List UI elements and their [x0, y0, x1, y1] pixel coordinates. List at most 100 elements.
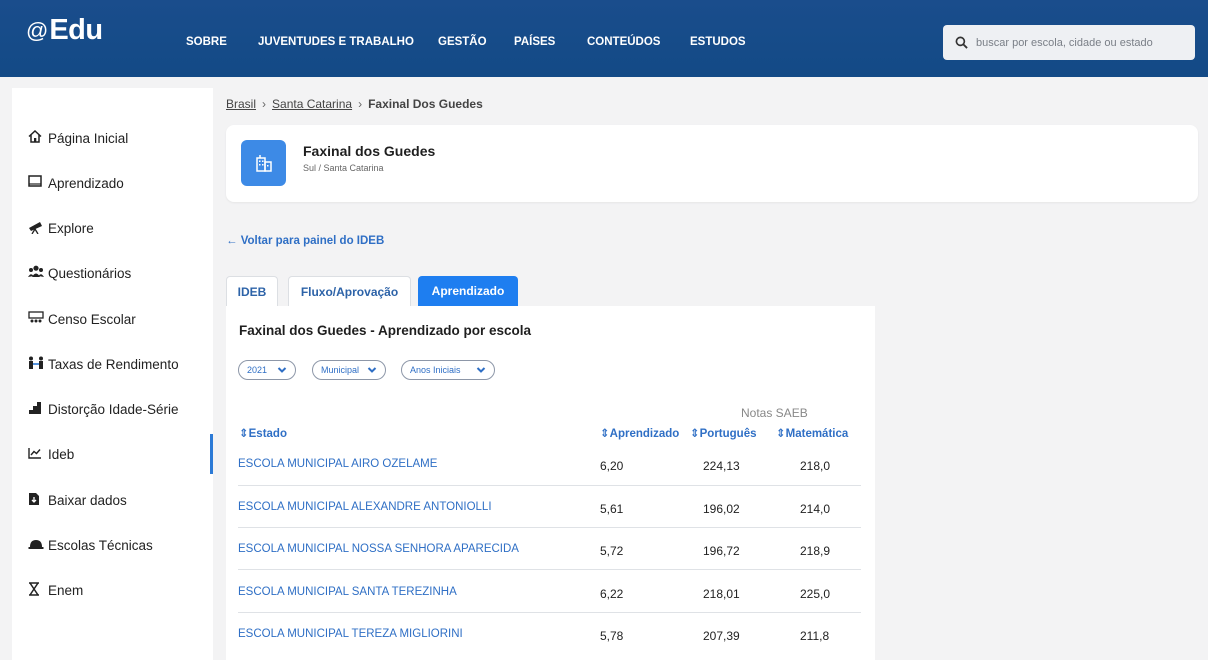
table-row: ESCOLA MUNICIPAL ALEXANDRE ANTONIOLLI 5,…	[238, 486, 861, 528]
sidebar-item-label: Censo Escolar	[48, 311, 136, 327]
people-exchange-icon	[28, 356, 46, 373]
sidebar: Página Inicial Aprendizado Explore Quest…	[12, 88, 213, 660]
sidebar-item-pagina-inicial[interactable]: Página Inicial	[12, 118, 213, 158]
logo-text: Edu	[49, 14, 103, 46]
school-link[interactable]: ESCOLA MUNICIPAL SANTA TEREZINHA	[238, 586, 457, 598]
nav-link-estudos[interactable]: ESTUDOS	[690, 36, 746, 48]
matematica-value: 214,0	[800, 502, 831, 516]
sidebar-item-distorcao-idade-serie[interactable]: Distorção Idade-Série	[12, 389, 213, 429]
table-row: ESCOLA MUNICIPAL SANTA TEREZINHA 6,22 21…	[238, 571, 861, 613]
breadcrumb-link-brasil[interactable]: Brasil	[226, 97, 256, 111]
building-icon	[241, 140, 286, 186]
sidebar-item-escolas-tecnicas[interactable]: Escolas Técnicas	[12, 525, 213, 565]
site-logo[interactable]: @ Edu	[26, 14, 103, 47]
table-row: ESCOLA MUNICIPAL AIRO OZELAME 6,20 224,1…	[238, 444, 861, 486]
aprendizado-value: 6,22	[600, 587, 624, 601]
chevron-down-icon	[476, 367, 486, 373]
sidebar-item-label: Página Inicial	[48, 130, 129, 146]
search-icon	[955, 36, 968, 49]
aprendizado-value: 5,72	[600, 544, 624, 558]
logo-symbol: @	[26, 17, 49, 43]
year-select-value: 2021	[247, 365, 268, 375]
stage-select-value: Anos Iniciais	[410, 365, 461, 375]
matematica-value: 225,0	[800, 587, 831, 601]
network-select[interactable]: Municipal	[312, 360, 386, 380]
sidebar-item-enem[interactable]: Enem	[12, 570, 213, 610]
sidebar-item-label: Baixar dados	[48, 492, 127, 508]
nav-link-conteudos[interactable]: CONTEÚDOS	[587, 36, 660, 48]
nav-link-gestao[interactable]: GESTÃO	[438, 36, 487, 48]
sidebar-item-label: Questionários	[48, 265, 132, 281]
city-name: Faxinal dos Guedes	[303, 143, 436, 159]
home-icon	[28, 129, 46, 146]
breadcrumb-separator: ›	[358, 97, 363, 111]
table-row: ESCOLA MUNICIPAL NOSSA SENHORA APARECIDA…	[238, 528, 861, 570]
aprendizado-panel: Faxinal dos Guedes - Aprendizado por esc…	[226, 306, 875, 660]
telescope-icon	[28, 220, 46, 237]
aprendizado-value: 6,20	[600, 459, 624, 473]
tab-ideb[interactable]: IDEB	[226, 276, 278, 306]
aprendizado-value: 5,61	[600, 502, 624, 516]
school-link[interactable]: ESCOLA MUNICIPAL ALEXANDRE ANTONIOLLI	[238, 501, 492, 513]
sidebar-item-label: Distorção Idade-Série	[48, 401, 179, 417]
column-header-estado[interactable]: ⇕Estado	[239, 426, 287, 440]
book-icon	[28, 175, 46, 191]
stage-select[interactable]: Anos Iniciais	[401, 360, 495, 380]
sidebar-item-label: Enem	[48, 582, 84, 598]
breadcrumb-current: Faxinal Dos Guedes	[368, 97, 483, 111]
aprendizado-value: 5,78	[600, 629, 624, 643]
sidebar-item-censo-escolar[interactable]: Censo Escolar	[12, 299, 213, 339]
matematica-value: 211,8	[800, 629, 830, 643]
search-box[interactable]: buscar por escola, cidade ou estado	[943, 25, 1195, 60]
chevron-down-icon	[367, 367, 377, 373]
census-icon	[28, 311, 46, 327]
school-link[interactable]: ESCOLA MUNICIPAL NOSSA SENHORA APARECIDA	[238, 543, 519, 555]
sidebar-item-questionarios[interactable]: Questionários	[12, 253, 213, 293]
city-header-card: Faxinal dos Guedes Sul / Santa Catarina	[226, 125, 1198, 202]
tab-aprendizado[interactable]: Aprendizado	[418, 276, 518, 306]
portugues-value: 218,01	[703, 587, 740, 601]
stairs-icon	[28, 401, 46, 418]
table-row: ESCOLA MUNICIPAL TEREZA MIGLIORINI 5,78 …	[238, 613, 861, 655]
search-placeholder: buscar por escola, cidade ou estado	[976, 36, 1153, 49]
school-link[interactable]: ESCOLA MUNICIPAL AIRO OZELAME	[238, 458, 437, 470]
top-navigation-bar: @ Edu SOBRE JUVENTUDES E TRABALHO GESTÃO…	[0, 0, 1208, 77]
sidebar-item-label: Ideb	[48, 446, 75, 462]
nav-link-juventudes[interactable]: JUVENTUDES E TRABALHO	[258, 36, 414, 48]
breadcrumb: Brasil › Santa Catarina › Faxinal Dos Guedes	[226, 97, 483, 111]
chevron-down-icon	[277, 367, 287, 373]
breadcrumb-link-santa-catarina[interactable]: Santa Catarina	[272, 97, 352, 111]
column-header-portugues[interactable]: ⇕Português	[690, 426, 757, 440]
city-region: Sul / Santa Catarina	[303, 163, 384, 173]
panel-title: Faxinal dos Guedes - Aprendizado por esc…	[239, 323, 532, 338]
file-download-icon	[28, 492, 46, 509]
chart-line-icon	[28, 447, 46, 462]
matematica-value: 218,0	[800, 459, 831, 473]
nav-link-sobre[interactable]: SOBRE	[186, 36, 227, 48]
nav-link-paises[interactable]: PAÍSES	[514, 36, 555, 48]
portugues-value: 207,39	[703, 629, 740, 643]
column-header-matematica[interactable]: ⇕Matemática	[776, 426, 848, 440]
year-select[interactable]: 2021	[238, 360, 296, 380]
tab-fluxo-aprovacao[interactable]: Fluxo/Aprovação	[288, 276, 411, 306]
hourglass-icon	[28, 581, 46, 599]
portugues-value: 196,02	[703, 502, 740, 516]
column-header-aprendizado[interactable]: ⇕Aprendizado	[600, 426, 679, 440]
sidebar-item-taxas-de-rendimento[interactable]: Taxas de Rendimento	[12, 344, 213, 384]
portugues-value: 224,13	[703, 459, 740, 473]
network-select-value: Municipal	[321, 365, 360, 375]
breadcrumb-separator: ›	[262, 97, 267, 111]
back-to-ideb-link[interactable]: ← Voltar para painel do IDEB	[226, 235, 384, 247]
school-link[interactable]: ESCOLA MUNICIPAL TEREZA MIGLIORINI	[238, 628, 463, 640]
sidebar-item-label: Aprendizado	[48, 175, 124, 191]
users-icon	[28, 265, 46, 281]
helmet-icon	[28, 538, 46, 553]
sidebar-item-label: Taxas de Rendimento	[48, 356, 179, 372]
sidebar-item-aprendizado[interactable]: Aprendizado	[12, 163, 213, 203]
sidebar-item-ideb[interactable]: Ideb	[12, 434, 213, 474]
sidebar-item-label: Escolas Técnicas	[48, 537, 153, 553]
sidebar-item-label: Explore	[48, 220, 94, 236]
sidebar-item-explore[interactable]: Explore	[12, 208, 213, 248]
portugues-value: 196,72	[703, 544, 740, 558]
sidebar-item-baixar-dados[interactable]: Baixar dados	[12, 480, 213, 520]
